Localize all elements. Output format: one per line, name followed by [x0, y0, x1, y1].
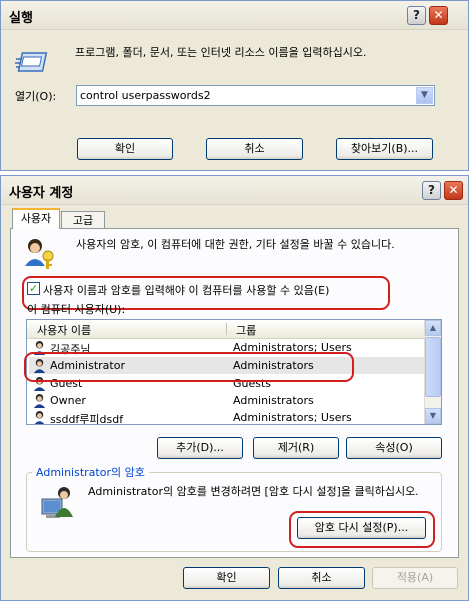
tab-users[interactable]: 사용자	[12, 208, 60, 229]
help-icon[interactable]: ?	[407, 6, 426, 25]
close-icon[interactable]: ✕	[444, 181, 463, 200]
open-combobox[interactable]: control userpasswords2 ▼	[76, 85, 435, 106]
password-group-text: Administrator의 암호를 변경하려면 [암호 다시 설정]을 클릭하…	[88, 485, 419, 498]
tab-advanced[interactable]: 고급	[61, 211, 105, 228]
users-list-label: 이 컴퓨터 사용자(U):	[27, 303, 126, 316]
properties-button[interactable]: 속성(O)	[346, 437, 442, 459]
table-row[interactable]: ssddf루피dsdf Administrators; Users	[29, 409, 427, 425]
run-title: 실행	[9, 11, 33, 26]
users-list-header: 사용자 이름 그룹	[27, 320, 426, 339]
run-cancel-button[interactable]: 취소	[206, 138, 303, 160]
column-user-name[interactable]: 사용자 이름	[37, 322, 91, 338]
user-name: ssddf루피dsdf	[50, 413, 124, 425]
accounts-cancel-button[interactable]: 취소	[278, 567, 365, 589]
scroll-up-icon[interactable]: ▲	[425, 320, 441, 336]
run-icon	[15, 52, 48, 72]
user-group: Administrators; Users	[233, 411, 352, 424]
run-titlebar: 실행 ? ✕	[1, 1, 468, 30]
scroll-thumb[interactable]	[425, 337, 441, 397]
highlight-reset-password	[289, 511, 435, 548]
user-group: Administrators	[233, 394, 314, 407]
column-group[interactable]: 그룹	[236, 322, 256, 338]
admin-computer-icon	[41, 487, 73, 518]
add-user-button[interactable]: 추가(D)...	[157, 437, 243, 459]
users-icon	[25, 239, 54, 269]
scroll-down-icon[interactable]: ▼	[425, 408, 441, 424]
open-input[interactable]: control userpasswords2	[80, 89, 211, 102]
accounts-intro: 사용자의 암호, 이 컴퓨터에 대한 권한, 기타 설정을 바꿀 수 있습니다.	[76, 238, 395, 251]
help-icon[interactable]: ?	[422, 181, 441, 200]
run-description: 프로그램, 폴더, 문서, 또는 인터넷 리소스 이름을 입력하십시오.	[75, 46, 367, 59]
user-icon	[33, 393, 46, 408]
open-label: 열기(O):	[15, 90, 57, 103]
highlight-administrator-row	[24, 352, 354, 382]
users-list-scrollbar[interactable]: ▲ ▼	[424, 320, 441, 424]
close-icon[interactable]: ✕	[429, 6, 448, 25]
run-dialog: 실행 ? ✕ 프로그램, 폴더, 문서, 또는 인터넷 리소스 이름을 입력하십…	[0, 0, 469, 171]
accounts-title: 사용자 계정	[9, 186, 74, 201]
remove-user-button[interactable]: 제거(R)	[253, 437, 339, 459]
accounts-titlebar: 사용자 계정 ? ✕	[1, 176, 468, 205]
browse-button[interactable]: 찾아보기(B)...	[336, 138, 433, 160]
password-group-title: Administrator의 암호	[32, 464, 149, 480]
run-ok-button[interactable]: 확인	[77, 138, 173, 160]
user-name: Owner	[50, 394, 86, 407]
chevron-down-icon[interactable]: ▼	[416, 87, 433, 104]
apply-button[interactable]: 적용(A)	[372, 567, 458, 589]
table-row[interactable]: Owner Administrators	[29, 392, 427, 409]
accounts-ok-button[interactable]: 확인	[183, 567, 270, 589]
user-icon	[34, 410, 45, 424]
